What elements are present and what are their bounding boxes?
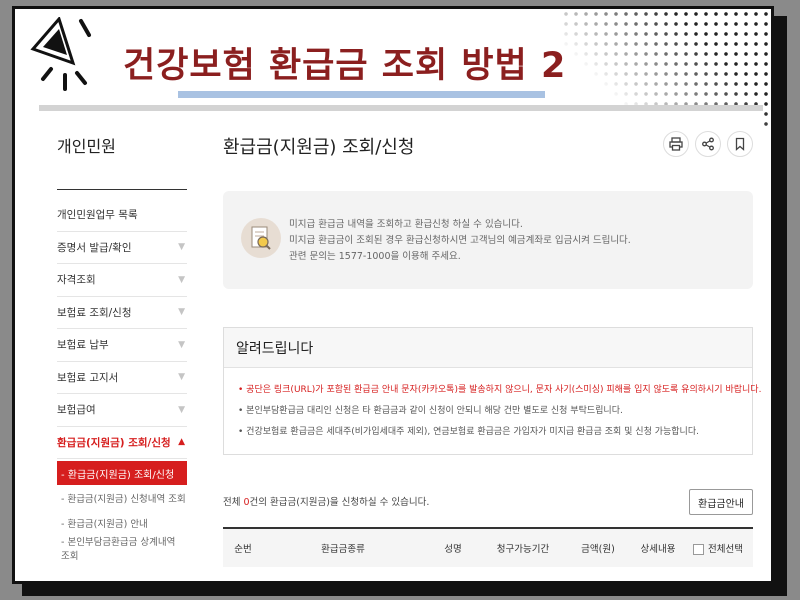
info-line: 미지급 환급금이 조회된 경우 환급신청하시면 고객님의 예금계좌로 입금시켜 … <box>289 235 631 246</box>
notice-body: • 공단은 링크(URL)가 포함된 환급금 안내 문자(카카오톡)를 발송하지… <box>224 368 762 443</box>
sidebar-item-benefits[interactable]: 보험급여 ▼ <box>57 394 187 427</box>
sidebar-item-label: 보험급여 <box>57 404 96 417</box>
sidebar-item-refund[interactable]: 환급금(지원금) 조회/신청 ▲ <box>57 427 187 459</box>
sidebar-item-certificate[interactable]: 증명서 발급/확인 ▼ <box>57 232 187 264</box>
result-count: 전체 0건의 환급금(지원금)을 신청하실 수 있습니다. <box>223 494 429 508</box>
content-title: 환급금(지원금) 조회/신청 <box>223 137 415 158</box>
sidebar-item-label: 보험료 조회/신청 <box>57 306 132 319</box>
submenu-item-refund-inquiry[interactable]: - 환급금(지원금) 조회/신청 <box>57 461 187 485</box>
share-button[interactable] <box>695 131 721 157</box>
title-underline <box>178 91 545 98</box>
submenu-item-refund-guide[interactable]: - 환급금(지원금) 안내 <box>57 510 187 535</box>
count-prefix: 전체 <box>223 497 244 508</box>
column-header-period: 청구가능기간 <box>496 544 550 555</box>
chevron-down-icon: ▼ <box>178 307 185 318</box>
chevron-up-icon: ▲ <box>178 437 185 448</box>
chevron-down-icon: ▼ <box>178 372 185 383</box>
notice-line-warning: • 공단은 링크(URL)가 포함된 환급금 안내 문자(카카오톡)를 발송하지… <box>238 385 762 395</box>
sidebar-item-civil-list[interactable]: 개인민원업무 목록 <box>57 199 187 232</box>
sidebar-item-label: 자격조회 <box>57 274 96 287</box>
submenu-item-offset-history[interactable]: - 본인부담금환급금 상계내역 조회 <box>57 535 187 562</box>
notice-title: 알려드립니다 <box>224 328 752 368</box>
bookmark-icon <box>735 137 745 151</box>
chevron-down-icon: ▼ <box>178 242 185 253</box>
info-text: 미지급 환급금 내역을 조회하고 환급신청 하실 수 있습니다. 미지급 환급금… <box>289 217 631 265</box>
sidebar-item-label: 환급금(지원금) 조회/신청 <box>57 436 171 449</box>
sparkle-icon <box>30 17 91 91</box>
page-title: 건강보험 환급금 조회 방법 2 <box>123 46 567 86</box>
share-icon <box>702 137 714 151</box>
select-all-checkbox[interactable] <box>693 544 705 555</box>
sidebar-menu: 개인민원업무 목록 증명서 발급/확인 ▼ 자격조회 ▼ 보험료 조회/신청 ▼… <box>57 199 187 562</box>
chevron-down-icon: ▼ <box>178 404 185 415</box>
sidebar-item-label: 증명서 발급/확인 <box>57 241 132 254</box>
info-line: 관련 문의는 1577-1000을 이용해 주세요. <box>289 251 461 262</box>
select-all[interactable]: 전체선택 <box>683 541 753 555</box>
sidebar-title: 개인민원 <box>57 137 116 156</box>
column-header-name: 성명 <box>444 544 462 555</box>
chevron-down-icon: ▼ <box>178 339 185 350</box>
sidebar-item-label: 보험료 고지서 <box>57 371 119 384</box>
notice-box: 알려드립니다 • 공단은 링크(URL)가 포함된 환급금 안내 문자(카카오톡… <box>223 327 762 455</box>
count-suffix: 건의 환급금(지원금)을 신청하실 수 있습니다. <box>249 497 430 508</box>
column-header-type: 환급금종류 <box>321 544 365 555</box>
sidebar-item-label: 보험료 납부 <box>57 339 109 352</box>
sidebar-divider <box>57 189 187 190</box>
bookmark-button[interactable] <box>727 131 753 157</box>
main-content: 환급금(지원금) 조회/신청 미지급 환급금 내역을 조회하고 환급신청 하실 … <box>223 111 762 575</box>
sidebar-item-premium-payment[interactable]: 보험료 납부 ▼ <box>57 329 187 362</box>
info-box: 미지급 환급금 내역을 조회하고 환급신청 하실 수 있습니다. 미지급 환급금… <box>223 191 753 289</box>
refund-guide-button[interactable]: 환급금안내 <box>689 489 753 515</box>
column-header-no: 순번 <box>234 544 252 555</box>
chevron-down-icon: ▼ <box>178 274 185 285</box>
column-header-detail: 상세내용 <box>640 544 676 555</box>
column-header-amount: 금액(원) <box>581 544 615 555</box>
printer-icon <box>669 137 683 151</box>
notice-line: • 건강보험료 환급금은 세대주(비가입세대주 제외), 연금보험료 환급금은 … <box>238 427 699 437</box>
info-icon <box>241 218 281 258</box>
website-screenshot: 개인민원 개인민원업무 목록 증명서 발급/확인 ▼ 자격조회 ▼ 보험료 조회… <box>39 105 763 575</box>
blog-card: 건강보험 환급금 조회 방법 2 개인민원 개인민원업무 목록 증명서 발급/확… <box>12 6 774 584</box>
sidebar-item-premium-inquiry[interactable]: 보험료 조회/신청 ▼ <box>57 297 187 329</box>
toolbar <box>663 131 753 157</box>
refund-table-header: 순번 환급금종류 성명 청구가능기간 금액(원) 상세내용 전체선택 <box>223 527 753 567</box>
sidebar-item-qualification[interactable]: 자격조회 ▼ <box>57 264 187 297</box>
select-all-label: 전체선택 <box>708 544 743 555</box>
sidebar-item-label: 개인민원업무 목록 <box>57 209 138 222</box>
sidebar-item-premium-bill[interactable]: 보험료 고지서 ▼ <box>57 362 187 394</box>
sidebar: 개인민원 개인민원업무 목록 증명서 발급/확인 ▼ 자격조회 ▼ 보험료 조회… <box>57 111 189 575</box>
document-search-icon <box>251 226 271 250</box>
print-button[interactable] <box>663 131 689 157</box>
notice-line: • 본인부담환급금 대리인 신청은 타 환급금과 같이 신청이 안되니 해당 건… <box>238 406 623 416</box>
submenu-item-refund-history[interactable]: - 환급금(지원금) 신청내역 조회 <box>57 485 187 510</box>
info-line: 미지급 환급금 내역을 조회하고 환급신청 하실 수 있습니다. <box>289 219 523 230</box>
